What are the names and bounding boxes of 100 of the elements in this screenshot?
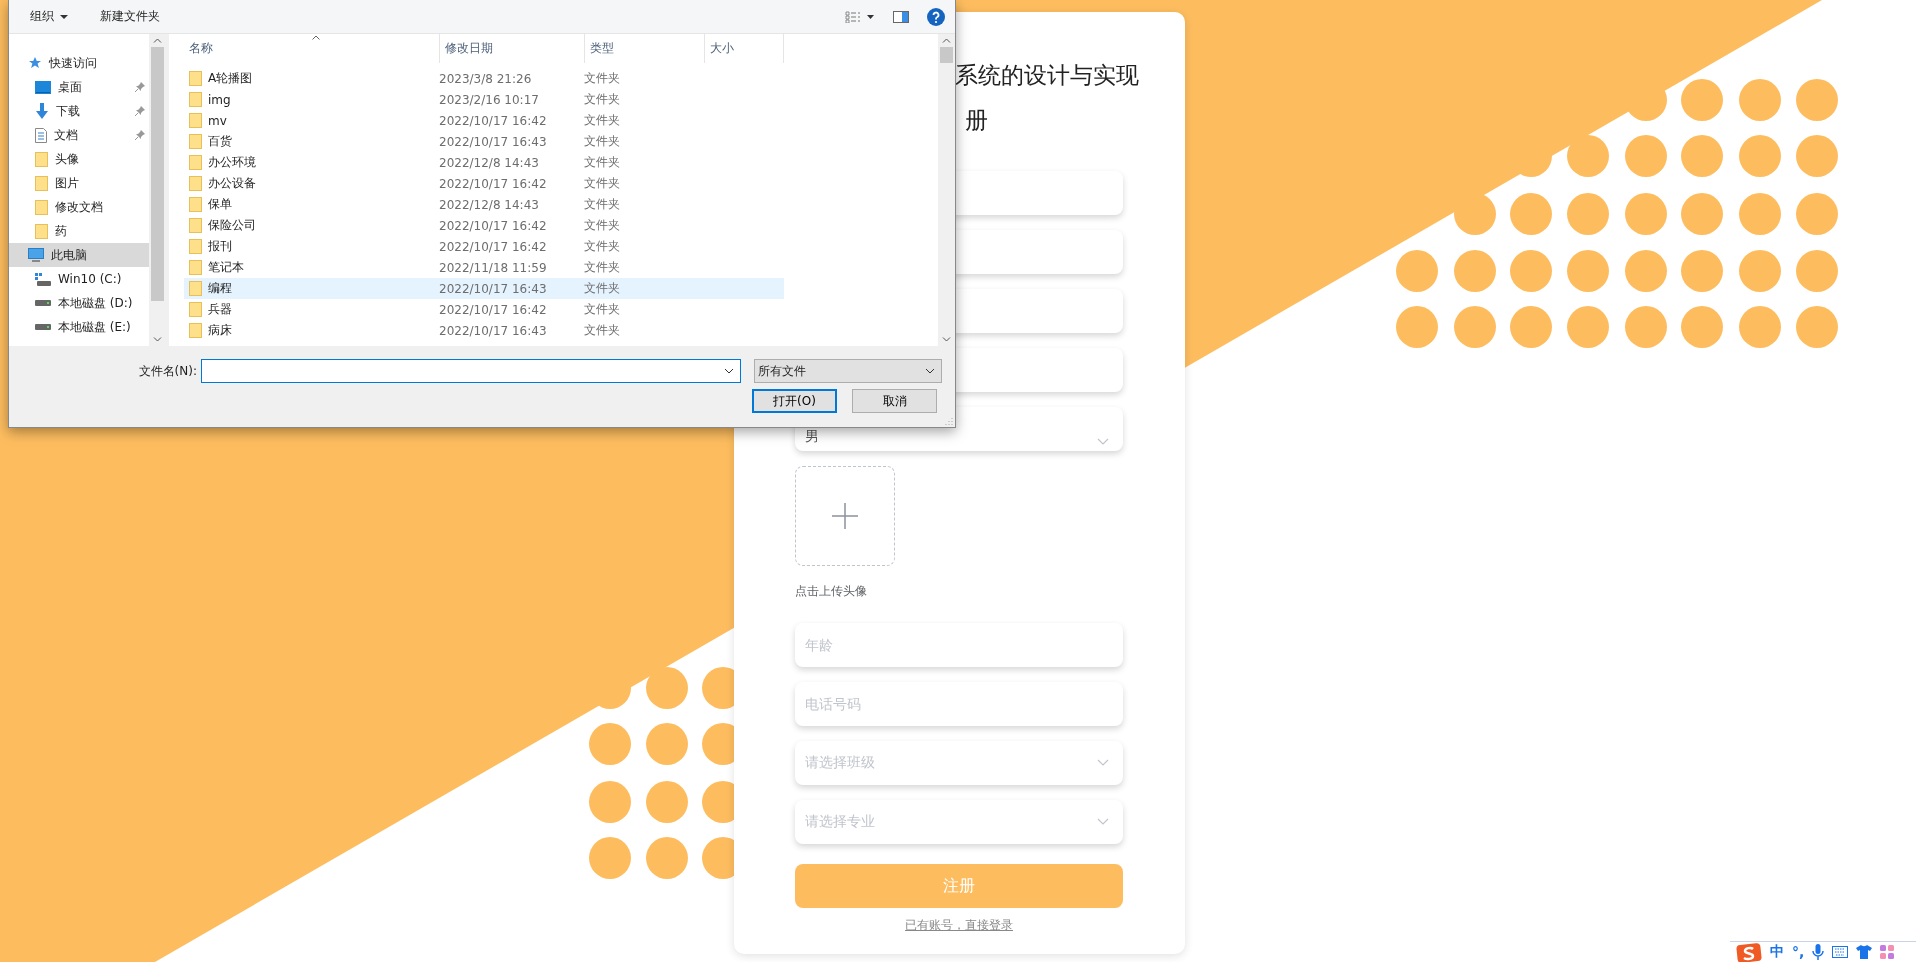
file-row[interactable]: 百货 2022/10/17 16:43 文件夹 bbox=[184, 131, 784, 152]
nav-item[interactable]: 桌面 bbox=[9, 75, 149, 99]
column-header[interactable]: 名称 bbox=[184, 34, 440, 63]
folder-icon bbox=[189, 113, 202, 128]
file-row[interactable]: A轮播图 2023/3/8 21:26 文件夹 bbox=[184, 68, 784, 89]
nav-item[interactable]: 药 bbox=[9, 219, 149, 243]
dot bbox=[1396, 306, 1438, 348]
file-row[interactable]: 笔记本 2022/11/18 11:59 文件夹 bbox=[184, 257, 784, 278]
scrollbar[interactable] bbox=[938, 34, 955, 346]
help-icon[interactable] bbox=[927, 7, 945, 26]
dialog-button[interactable]: 取消 bbox=[852, 389, 937, 413]
scroll-thumb[interactable] bbox=[940, 47, 953, 63]
ime-punctuation[interactable]: °, bbox=[1792, 944, 1805, 960]
column-header[interactable]: 类型 bbox=[585, 34, 705, 63]
file-date: 2022/12/8 14:43 bbox=[438, 155, 540, 170]
file-row[interactable]: 办公环境 2022/12/8 14:43 文件夹 bbox=[184, 152, 784, 173]
file-type: 文件夹 bbox=[583, 280, 621, 297]
apps-icon[interactable] bbox=[1880, 945, 1895, 959]
resize-grip-icon bbox=[945, 417, 953, 425]
avatar-upload[interactable] bbox=[795, 466, 895, 566]
file-row[interactable]: 病床 2022/10/17 16:43 文件夹 bbox=[184, 320, 784, 341]
file-row[interactable]: 办公设备 2022/10/17 16:42 文件夹 bbox=[184, 173, 784, 194]
file-date: 2022/10/17 16:42 bbox=[438, 113, 548, 128]
dot bbox=[1625, 135, 1667, 177]
nav-item[interactable]: 文档 bbox=[9, 123, 149, 147]
nav-item[interactable]: Win10 (C:) bbox=[9, 267, 149, 291]
ime-mode[interactable]: 中 bbox=[1770, 943, 1784, 961]
folder-icon bbox=[189, 176, 202, 191]
file-row[interactable]: img 2023/2/16 10:17 文件夹 bbox=[184, 89, 784, 110]
dot bbox=[1739, 193, 1781, 235]
file-date: 2022/10/17 16:43 bbox=[438, 134, 548, 149]
file-type: 文件夹 bbox=[583, 238, 621, 255]
sort-caret-icon bbox=[312, 35, 320, 40]
chevron-down-icon bbox=[724, 368, 734, 374]
drive-icon bbox=[35, 324, 51, 330]
file-row[interactable]: mv 2022/10/17 16:42 文件夹 bbox=[184, 110, 784, 131]
ime-logo-icon[interactable] bbox=[1736, 942, 1762, 962]
file-name: 编程 bbox=[208, 280, 232, 297]
dot bbox=[1625, 193, 1667, 235]
file-name: 保险公司 bbox=[208, 217, 256, 234]
file-type-dropdown[interactable]: 所有文件 bbox=[754, 359, 942, 383]
input-field[interactable]: 电话号码 bbox=[795, 682, 1123, 726]
file-type: 文件夹 bbox=[583, 91, 621, 108]
dot bbox=[1454, 250, 1496, 292]
nav-item[interactable]: 此电脑 bbox=[9, 243, 149, 267]
microphone-icon[interactable] bbox=[1812, 944, 1825, 960]
folder-icon bbox=[35, 175, 48, 191]
folder-icon bbox=[189, 323, 202, 338]
scroll-thumb[interactable] bbox=[151, 47, 164, 302]
file-name: 办公设备 bbox=[208, 175, 256, 192]
filename-label: 文件名(N): bbox=[137, 362, 197, 380]
nav-item[interactable]: 图片 bbox=[9, 171, 149, 195]
folder-icon bbox=[189, 134, 202, 149]
file-type: 文件夹 bbox=[583, 259, 621, 276]
dot bbox=[1567, 193, 1609, 235]
chevron-down-icon bbox=[925, 368, 935, 374]
file-row[interactable]: 报刊 2022/10/17 16:42 文件夹 bbox=[184, 236, 784, 257]
nav-item[interactable]: 头像 bbox=[9, 147, 149, 171]
input-field[interactable]: 年龄 bbox=[795, 623, 1123, 667]
folder-icon bbox=[189, 260, 202, 275]
login-link[interactable]: 已有账号，直接登录 bbox=[905, 917, 1013, 933]
preview-pane-icon[interactable] bbox=[893, 10, 909, 23]
view-options-icon[interactable] bbox=[845, 10, 875, 23]
nav-item[interactable]: 下载 bbox=[9, 99, 149, 123]
file-name: 百货 bbox=[208, 133, 232, 150]
dot bbox=[1454, 193, 1496, 235]
nav-item[interactable]: 修改文档 bbox=[9, 195, 149, 219]
file-date: 2023/3/8 21:26 bbox=[438, 71, 533, 86]
folder-icon bbox=[35, 199, 48, 215]
scroll-down-icon bbox=[153, 337, 162, 342]
dot bbox=[1739, 79, 1781, 121]
chevron-down-icon bbox=[1097, 818, 1109, 826]
file-row[interactable]: 编程 2022/10/17 16:43 文件夹 bbox=[184, 278, 784, 299]
nav-item[interactable]: 本地磁盘 (D:) bbox=[9, 291, 149, 315]
shirt-icon[interactable] bbox=[1856, 945, 1873, 959]
folder-icon bbox=[35, 151, 48, 167]
file-date: 2022/10/17 16:43 bbox=[438, 281, 548, 296]
star-icon bbox=[28, 56, 42, 70]
dialog-button[interactable]: 打开(O) bbox=[752, 389, 837, 413]
dot bbox=[1796, 135, 1838, 177]
dot bbox=[646, 723, 688, 765]
nav-item[interactable]: 快速访问 bbox=[9, 51, 149, 75]
chevron-down-icon bbox=[1097, 759, 1109, 767]
file-row[interactable]: 兵器 2022/10/17 16:42 文件夹 bbox=[184, 299, 784, 320]
dot bbox=[1681, 135, 1723, 177]
file-row[interactable]: 保险公司 2022/10/17 16:42 文件夹 bbox=[184, 215, 784, 236]
dot bbox=[1739, 306, 1781, 348]
column-header[interactable]: 修改日期 bbox=[440, 34, 585, 63]
file-row[interactable]: 保单 2022/12/8 14:43 文件夹 bbox=[184, 194, 784, 215]
dot bbox=[1796, 250, 1838, 292]
drive-icon bbox=[35, 272, 51, 286]
folder-icon bbox=[189, 239, 202, 254]
dot bbox=[1625, 250, 1667, 292]
nav-item[interactable]: 本地磁盘 (E:) bbox=[9, 315, 149, 339]
filename-field[interactable] bbox=[201, 359, 741, 383]
toolbar-button[interactable]: 新建文件夹 bbox=[96, 6, 164, 27]
file-date: 2022/10/17 16:42 bbox=[438, 239, 548, 254]
keyboard-icon[interactable] bbox=[1832, 946, 1849, 958]
column-header[interactable]: 大小 bbox=[705, 34, 784, 63]
toolbar-button[interactable]: 组织 bbox=[26, 6, 72, 27]
